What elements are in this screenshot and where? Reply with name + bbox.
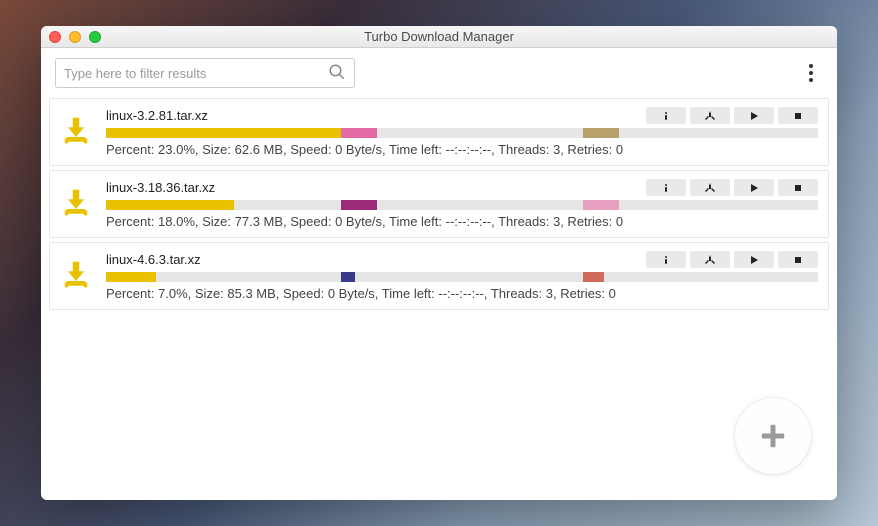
info-button[interactable]	[646, 179, 686, 196]
tools-button[interactable]	[690, 179, 730, 196]
window-controls	[49, 31, 101, 43]
progress-bar	[106, 128, 818, 138]
info-button[interactable]	[646, 107, 686, 124]
play-button[interactable]	[734, 251, 774, 268]
download-icon	[58, 251, 94, 301]
tools-button[interactable]	[690, 251, 730, 268]
titlebar: Turbo Download Manager	[41, 26, 837, 48]
progress-bar	[106, 272, 818, 282]
search-input[interactable]	[64, 66, 328, 81]
info-button[interactable]	[646, 251, 686, 268]
download-filename: linux-3.18.36.tar.xz	[106, 180, 646, 195]
download-item: linux-3.2.81.tar.xz Percent: 23.0%, Size…	[49, 98, 829, 166]
downloads-list: linux-3.2.81.tar.xz Percent: 23.0%, Size…	[41, 96, 837, 314]
download-icon	[58, 107, 94, 157]
stop-button[interactable]	[778, 107, 818, 124]
play-button[interactable]	[734, 107, 774, 124]
close-window-button[interactable]	[49, 31, 61, 43]
download-filename: linux-3.2.81.tar.xz	[106, 108, 646, 123]
download-item: linux-3.18.36.tar.xz Percent: 18.0%, Siz…	[49, 170, 829, 238]
search-icon	[328, 63, 346, 84]
stop-button[interactable]	[778, 251, 818, 268]
download-item: linux-4.6.3.tar.xz Percent: 7.0%, Size: …	[49, 242, 829, 310]
download-filename: linux-4.6.3.tar.xz	[106, 252, 646, 267]
download-icon	[58, 179, 94, 229]
download-status: Percent: 7.0%, Size: 85.3 MB, Speed: 0 B…	[106, 286, 818, 301]
menu-button[interactable]	[799, 64, 823, 82]
add-download-button[interactable]	[735, 398, 811, 474]
window-title: Turbo Download Manager	[41, 29, 837, 44]
toolbar	[41, 48, 837, 96]
zoom-window-button[interactable]	[89, 31, 101, 43]
tools-button[interactable]	[690, 107, 730, 124]
search-box[interactable]	[55, 58, 355, 88]
stop-button[interactable]	[778, 179, 818, 196]
minimize-window-button[interactable]	[69, 31, 81, 43]
progress-bar	[106, 200, 818, 210]
play-button[interactable]	[734, 179, 774, 196]
download-status: Percent: 23.0%, Size: 62.6 MB, Speed: 0 …	[106, 142, 818, 157]
download-status: Percent: 18.0%, Size: 77.3 MB, Speed: 0 …	[106, 214, 818, 229]
app-window: Turbo Download Manager linux-3.2.81.tar.…	[41, 26, 837, 500]
